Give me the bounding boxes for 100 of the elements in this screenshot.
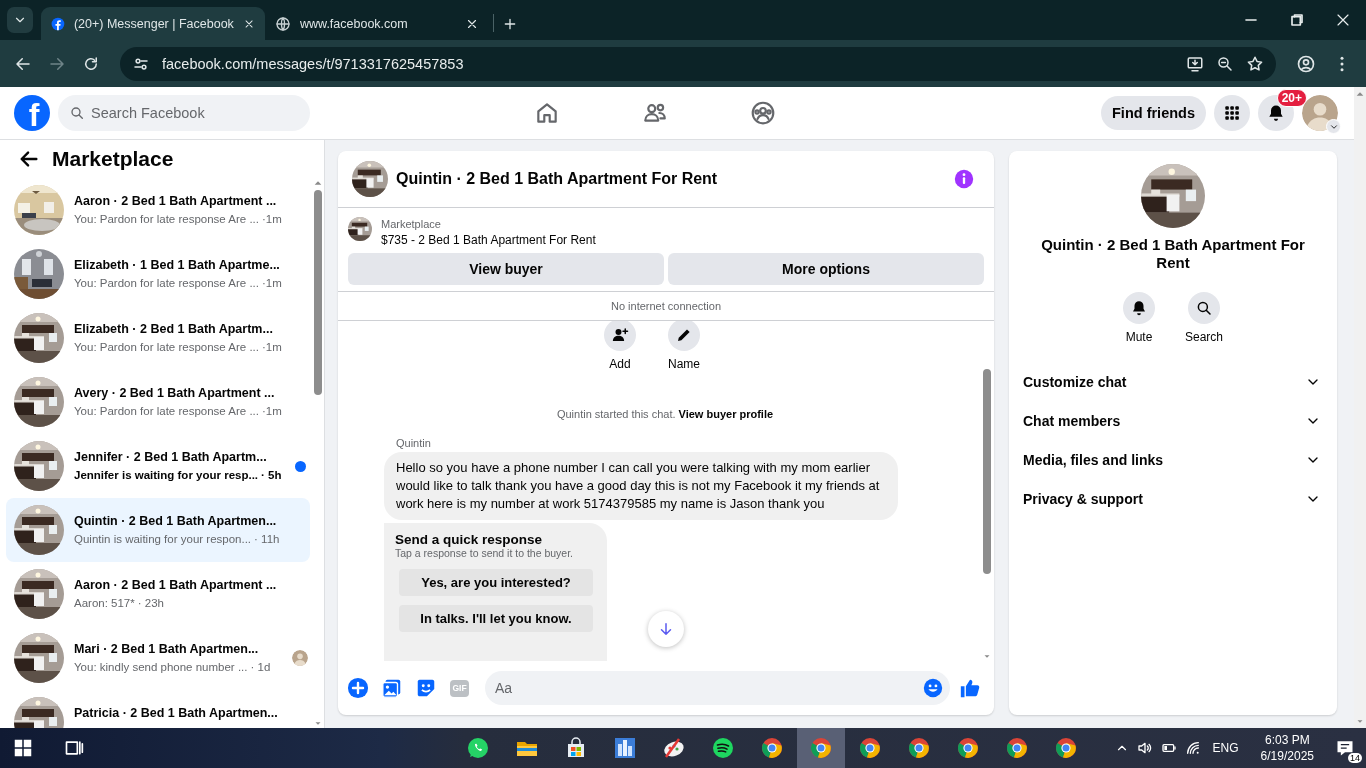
chrome-icon xyxy=(760,736,784,760)
chrome-icon xyxy=(956,736,980,760)
quick-response-title: Send a quick response xyxy=(395,532,544,547)
speaker-icon[interactable] xyxy=(1136,740,1153,756)
conversation-title: Aaron · 2 Bed 1 Bath Apartment ... xyxy=(74,193,278,210)
tab-title: (20+) Messenger | Facebook xyxy=(73,16,234,31)
quick-response-button[interactable]: In talks. I'll let you know. xyxy=(399,605,593,632)
spotify-icon xyxy=(711,736,735,760)
message-time: · 5h xyxy=(261,468,282,483)
conversation-name: Quintin · 2 Bed 1 Bath Apartment For Rent xyxy=(1040,236,1306,272)
action-button[interactable]: View buyer xyxy=(348,253,664,285)
message-preview: Quintin is waiting for your respon... xyxy=(74,532,252,547)
search-icon xyxy=(1195,299,1213,317)
message-preview: You: Pardon for late response Are ... xyxy=(74,404,259,419)
mute-button[interactable] xyxy=(1123,292,1155,324)
search-field[interactable]: Search Facebook xyxy=(58,95,310,131)
add-person-button[interactable] xyxy=(604,321,636,351)
action-label: Name xyxy=(668,357,700,371)
sender-name: Quintin xyxy=(396,437,432,449)
conversation-item[interactable]: Aaron · 2 Bed 1 Bath Apartment ... You: Pardon for late response Are ... ·1m xyxy=(6,178,310,242)
browser-tab[interactable]: www.facebook.com xyxy=(265,7,489,40)
message-field[interactable]: Aa xyxy=(485,671,950,705)
action-label: Mute xyxy=(1125,330,1153,344)
start-icon[interactable] xyxy=(14,739,32,757)
quick-response-subtitle: Tap a response to send it to the buyer. xyxy=(395,547,575,559)
section-header[interactable]: Media, files and links xyxy=(1009,440,1337,479)
search-button[interactable] xyxy=(1188,292,1220,324)
language-indicator[interactable]: ENG xyxy=(1212,741,1239,755)
listing-title: $735 - 2 Bed 1 Bath Apartment For Rent xyxy=(381,232,596,248)
new-tab-icon[interactable] xyxy=(502,16,518,32)
listing-label: Marketplace xyxy=(381,217,442,232)
section-header[interactable]: Privacy & support xyxy=(1009,479,1337,518)
chrome-icon xyxy=(1005,736,1029,760)
conversation-title: Patricia · 2 Bed 1 Bath Apartmen... xyxy=(74,705,279,722)
conversation-item[interactable]: Mari · 2 Bed 1 Bath Apartmen... You: kindly send phone number ... · 1d xyxy=(6,626,310,690)
chrome-icon xyxy=(858,736,882,760)
scroll-down-button[interactable] xyxy=(648,611,684,647)
back-icon[interactable] xyxy=(18,148,40,170)
system-message: Quintin started this chat. xyxy=(556,408,676,420)
browser-tab[interactable]: (20+) Messenger | Facebook xyxy=(41,7,265,40)
section-header[interactable]: Chat members xyxy=(1009,401,1337,440)
tab-list-button[interactable] xyxy=(7,7,33,33)
message-time: ·1m xyxy=(262,340,282,355)
star-icon[interactable] xyxy=(1246,54,1264,73)
notification-badge: 20+ xyxy=(1276,89,1307,107)
conversation-title: Avery · 2 Bed 1 Bath Apartment ... xyxy=(74,385,276,402)
find-friends-button[interactable]: Find friends xyxy=(1101,96,1206,130)
conversation-title: Elizabeth · 1 Bed 1 Bath Apartme... xyxy=(74,257,281,274)
conversation-title: Elizabeth · 2 Bed 1 Bath Apartm... xyxy=(74,321,274,338)
add-person-icon xyxy=(611,326,629,344)
task-view-icon[interactable] xyxy=(64,738,84,758)
conversation-item[interactable]: Jennifer · 2 Bed 1 Bath Apartm... Jennifer is waiting for your resp... · 5h xyxy=(6,434,310,498)
status-message: No internet connection xyxy=(610,300,722,312)
info-icon[interactable] xyxy=(954,169,974,189)
conversation-item[interactable]: Elizabeth · 1 Bed 1 Bath Apartme... You: Pardon for late response Are ... ·1m xyxy=(6,242,310,306)
zoom-icon[interactable] xyxy=(1216,54,1234,73)
edit-name-button[interactable] xyxy=(668,321,700,351)
sidebar-title: Marketplace xyxy=(52,147,174,171)
view-buyer-profile-link[interactable]: View buyer profile xyxy=(678,408,774,420)
message-preview: You: Pardon for late response Are ... xyxy=(74,212,259,227)
message-preview: You: Pardon for late response Are ... xyxy=(74,340,259,355)
quick-response-button[interactable]: Yes, are you interested? xyxy=(399,569,593,596)
whatsapp-icon xyxy=(466,736,490,760)
account-menu-button[interactable] xyxy=(1326,119,1341,134)
message-time: · 11h xyxy=(254,532,280,547)
home-icon[interactable] xyxy=(534,100,560,126)
emoji-icon[interactable] xyxy=(923,678,943,698)
scrollbar[interactable] xyxy=(1354,87,1366,728)
wifi-icon[interactable] xyxy=(1184,740,1201,756)
grid-icon xyxy=(1222,103,1242,123)
conversation-item[interactable]: Avery · 2 Bed 1 Bath Apartment ... You: Pardon for late response Are ... ·1m xyxy=(6,370,310,434)
section-header[interactable]: Customize chat xyxy=(1009,362,1337,401)
facebook-icon xyxy=(51,15,65,32)
bell-icon xyxy=(1266,103,1286,123)
message-time: ·1m xyxy=(262,404,282,419)
conversation-item[interactable]: Quintin · 2 Bed 1 Bath Apartmen... Quintin is waiting for your respon... · 11h xyxy=(6,498,310,562)
install-icon[interactable] xyxy=(1186,54,1204,73)
address-bar[interactable]: facebook.com/messages/t/9713317625457853 xyxy=(120,46,1276,81)
scrollbar[interactable] xyxy=(980,321,994,661)
conversation-title: Aaron · 2 Bed 1 Bath Apartment ... xyxy=(74,577,278,594)
menu-button[interactable] xyxy=(1214,95,1250,131)
globe-icon xyxy=(275,15,291,32)
conversation-title: Jennifer · 2 Bed 1 Bath Apartm... xyxy=(74,449,268,466)
clock[interactable]: 6:03 PM 6/19/2025 xyxy=(1260,732,1314,764)
message-time: ·1m xyxy=(262,276,282,291)
message-bubble: Hello so you have a phone number I can call you were talking with my mom earlier would like to talk thank you have a good day this is not my Facebook it my friends at work here is my number at work 5174379585 my name is Jason thank you xyxy=(384,452,898,520)
chrome-icon xyxy=(809,736,833,760)
message-preview: You: kindly send phone number ... xyxy=(74,660,248,675)
chrome-icon xyxy=(907,736,931,760)
message-preview: You: Pardon for late response Are ... xyxy=(74,276,259,291)
action-button[interactable]: More options xyxy=(668,253,984,285)
chrome-icon xyxy=(1054,736,1078,760)
groups-icon[interactable] xyxy=(750,100,776,126)
conversation-item[interactable]: Elizabeth · 2 Bed 1 Bath Apartm... You: Pardon for late response Are ... ·1m xyxy=(6,306,310,370)
notification-count: 14 xyxy=(1348,753,1362,763)
conversation-item[interactable]: Aaron · 2 Bed 1 Bath Apartment ... Aaron: 517* · 23h xyxy=(6,562,310,626)
search-icon xyxy=(69,105,85,121)
message-preview: Aaron: 517* xyxy=(74,596,135,611)
message-preview: Jennifer is waiting for your resp... xyxy=(74,468,259,483)
facebook-logo[interactable]: f xyxy=(14,95,50,131)
